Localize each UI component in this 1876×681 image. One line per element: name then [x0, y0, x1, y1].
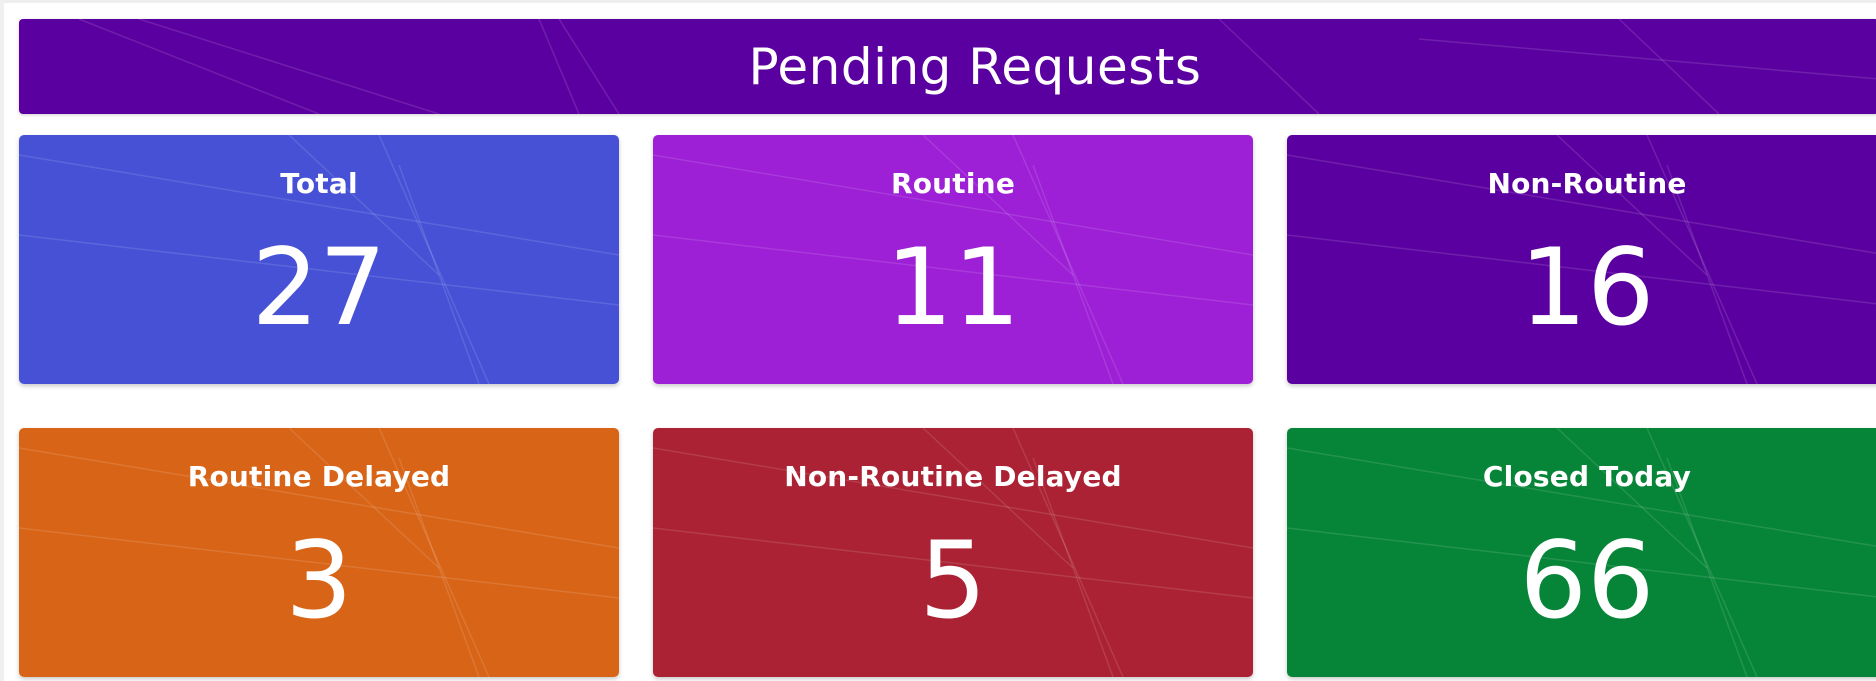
card-label: Routine Delayed	[187, 460, 451, 493]
card-routine-delayed[interactable]: Routine Delayed 3	[19, 428, 619, 677]
page-title: Pending Requests	[748, 37, 1202, 96]
card-non-routine[interactable]: Non-Routine 16	[1287, 135, 1876, 384]
card-total[interactable]: Total 27	[19, 135, 619, 384]
card-label: Non-Routine Delayed	[784, 460, 1122, 493]
card-value: 66	[1519, 519, 1655, 642]
card-value: 16	[1519, 226, 1655, 349]
dashboard-panel: Pending Requests Total 27 Routine 11 Non…	[0, 0, 1876, 681]
card-value: 11	[885, 226, 1021, 349]
card-label: Closed Today	[1482, 460, 1692, 493]
card-label: Routine	[890, 167, 1016, 200]
card-label: Total	[280, 167, 358, 200]
card-value: 5	[919, 519, 987, 642]
card-value: 3	[285, 519, 353, 642]
card-closed-today[interactable]: Closed Today 66	[1287, 428, 1876, 677]
header-banner: Pending Requests	[19, 19, 1876, 114]
card-label: Non-Routine	[1487, 167, 1687, 200]
card-non-routine-delayed[interactable]: Non-Routine Delayed 5	[653, 428, 1253, 677]
card-routine[interactable]: Routine 11	[653, 135, 1253, 384]
card-value: 27	[251, 226, 387, 349]
